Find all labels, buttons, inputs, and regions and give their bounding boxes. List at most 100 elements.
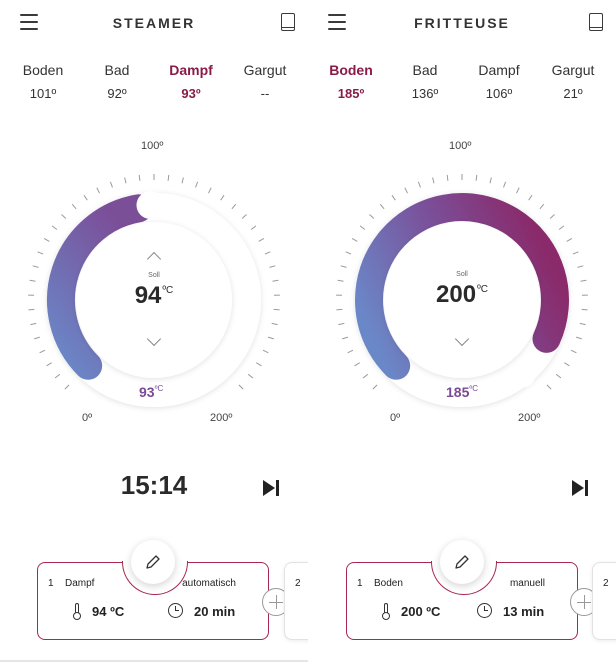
- top-bar: FRITTEUSE: [308, 0, 616, 46]
- step-temperature: 200 ºC: [381, 603, 441, 620]
- top-bar: STEAMER: [0, 0, 308, 46]
- step-duration: 20 min: [168, 603, 235, 619]
- step-temperature-value: 94 ºC: [92, 604, 125, 619]
- sensor-value: --: [260, 86, 270, 101]
- setpoint-knob[interactable]: [136, 191, 165, 220]
- step-number: 1: [357, 578, 363, 589]
- setpoint-readout: 94ºC: [0, 282, 308, 310]
- setpoint-knob[interactable]: [507, 359, 536, 388]
- dial-tick: [336, 308, 343, 311]
- dial-tick: [39, 349, 46, 354]
- scale-max-label: 200º: [518, 412, 541, 424]
- dial-tick: [264, 251, 271, 255]
- dial-tick: [570, 349, 577, 354]
- dial-tick: [549, 214, 555, 219]
- scale-min-label: 0º: [82, 412, 93, 424]
- dial-tick: [37, 251, 44, 255]
- dial-tick: [351, 237, 358, 242]
- dial-tick: [46, 362, 52, 367]
- setpoint-readout: 200ºC: [308, 281, 616, 309]
- dial-tick: [489, 177, 492, 184]
- dial-tick: [247, 373, 254, 379]
- book-icon[interactable]: [589, 13, 603, 31]
- dial-tick: [208, 187, 212, 194]
- dial-tick: [417, 181, 421, 188]
- actual-temperature: 93ºC: [139, 384, 163, 400]
- dial-tick: [220, 194, 225, 201]
- actual-value: 185: [446, 384, 470, 400]
- sensor-dampf[interactable]: Dampf 106º: [464, 62, 534, 101]
- dial-tick: [238, 384, 244, 390]
- dial-tick: [362, 373, 369, 379]
- dial-tick: [109, 181, 113, 188]
- setpoint-value: 94: [134, 282, 162, 309]
- timer-display: 15:14: [120, 470, 188, 500]
- dial-tick: [432, 177, 435, 184]
- sensor-boden[interactable]: Boden 101º: [8, 62, 78, 101]
- next-step-card[interactable]: 2: [284, 562, 308, 640]
- dial-tick: [241, 214, 247, 219]
- next-step-number: 2: [603, 578, 609, 589]
- dial-tick: [262, 349, 269, 354]
- clock-icon: [168, 603, 183, 618]
- dial-tick: [96, 187, 100, 194]
- dial-tick: [359, 225, 366, 230]
- skip-forward-icon[interactable]: [263, 480, 281, 496]
- dial-tick: [342, 336, 349, 340]
- dial-tick: [32, 265, 39, 268]
- dial-tick: [354, 362, 360, 367]
- temperature-dial[interactable]: 100º 0º 200º Soll 200ºC 185ºC: [308, 120, 616, 440]
- setpoint-unit: ºC: [477, 284, 488, 295]
- dial-tick: [347, 349, 354, 354]
- dial-tick: [575, 336, 582, 340]
- edit-step-button[interactable]: [131, 540, 175, 584]
- dial-tick: [61, 214, 67, 219]
- edit-step-button[interactable]: [440, 540, 484, 584]
- sensor-boden[interactable]: Boden 185º: [316, 62, 386, 101]
- dial-tick: [231, 203, 237, 210]
- dial-tick: [446, 174, 449, 181]
- temperature-dial[interactable]: 100º 0º 200º Soll 94ºC 93ºC: [0, 120, 308, 440]
- skip-forward-icon[interactable]: [572, 480, 590, 496]
- dial-tick: [539, 203, 545, 210]
- step-duration: 13 min: [477, 603, 544, 619]
- dial-tick: [124, 177, 127, 184]
- setpoint-unit: ºC: [162, 285, 174, 296]
- thermometer-icon: [72, 603, 81, 620]
- sensor-value: 101º: [29, 86, 57, 101]
- sensor-bad[interactable]: Bad 92º: [82, 62, 152, 101]
- scale-max-label: 200º: [210, 412, 233, 424]
- sensor-label: Gargut: [551, 62, 595, 78]
- step-mode: automatisch: [182, 578, 236, 589]
- dial-tick: [404, 187, 408, 194]
- next-step-card[interactable]: 2: [592, 562, 616, 640]
- dial-tick: [369, 214, 375, 219]
- dial-tick: [581, 308, 588, 311]
- step-duration-value: 13 min: [503, 604, 545, 619]
- setpoint-caption: Soll: [456, 271, 468, 278]
- steamer-panel: STEAMER Boden 101º Bad 92º Dampf 93º Gar…: [0, 0, 308, 662]
- dial-tick: [54, 373, 61, 379]
- sensor-gargut[interactable]: Gargut --: [230, 62, 300, 101]
- actual-temperature: 185ºC: [446, 384, 478, 400]
- sensor-label: Boden: [22, 62, 64, 78]
- sensor-dampf[interactable]: Dampf 93º: [156, 62, 226, 101]
- dial-tick: [572, 251, 579, 255]
- dial-tick: [269, 265, 276, 268]
- book-icon[interactable]: [281, 13, 295, 31]
- dial-tick: [391, 194, 396, 201]
- sensor-gargut[interactable]: Gargut 21º: [538, 62, 608, 101]
- sensor-bad[interactable]: Bad 136º: [390, 62, 460, 101]
- dial-tick: [528, 194, 533, 201]
- step-mode: manuell: [509, 578, 545, 589]
- sensor-label: Dampf: [478, 62, 520, 78]
- actual-value: 93: [139, 384, 155, 400]
- dial-tick: [516, 187, 520, 194]
- dial-tick: [71, 203, 77, 210]
- dial-tick: [167, 174, 170, 181]
- step-temperature-value: 200 ºC: [401, 604, 441, 619]
- dial-tick: [546, 384, 552, 390]
- step-phase: Boden: [374, 578, 403, 589]
- page-title: FRITTEUSE: [414, 15, 510, 31]
- sensor-label: Bad: [412, 62, 438, 78]
